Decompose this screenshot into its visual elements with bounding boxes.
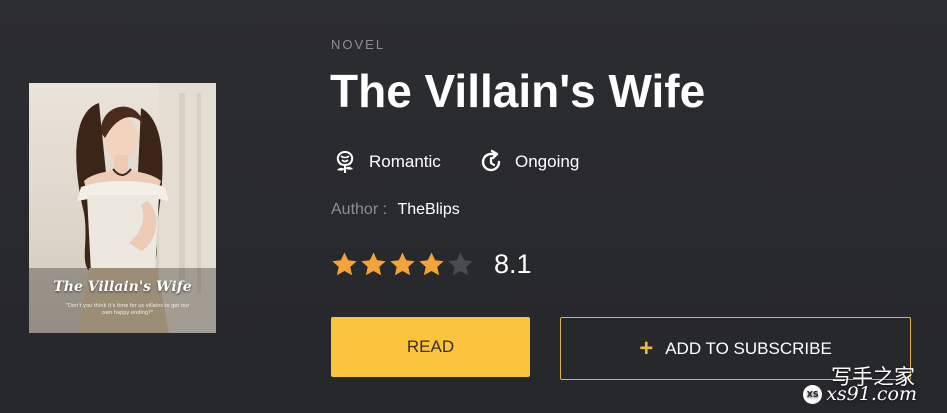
star-filled-icon — [361, 252, 386, 275]
cover-tagline: "Don't you think it's time for us villai… — [65, 303, 190, 316]
watermark-badge: XS — [803, 384, 823, 404]
author-name-link[interactable]: TheBlips — [397, 201, 459, 218]
rose-icon — [331, 148, 359, 176]
cover-title: The Villain's Wife — [53, 279, 192, 295]
status-label: Ongoing — [515, 152, 580, 171]
star-rating — [331, 251, 474, 278]
book-detail-page: The Villain's Wife "Don't you think it's… — [0, 0, 947, 413]
star-empty-icon — [448, 252, 473, 275]
author-line: Author : TheBlips — [331, 201, 460, 219]
genre-tag[interactable]: Romantic — [331, 147, 441, 177]
rating-score: 8.1 — [494, 248, 532, 279]
status-tag: Ongoing — [477, 147, 579, 177]
refresh-clock-icon — [477, 148, 505, 176]
read-button[interactable]: READ — [331, 317, 530, 377]
star-filled-icon — [332, 252, 357, 275]
book-cover[interactable]: The Villain's Wife "Don't you think it's… — [29, 83, 216, 333]
subscribe-label: ADD TO SUBSCRIBE — [665, 338, 832, 358]
genre-label: Romantic — [369, 152, 441, 171]
book-title: The Villain's Wife — [330, 65, 706, 117]
watermark-url: XS xs91.com — [803, 383, 917, 405]
watermark-url-text: xs91.com — [826, 383, 917, 405]
star-filled-icon — [390, 252, 415, 275]
book-category: NOVEL — [331, 37, 386, 52]
author-label: Author : — [331, 201, 388, 218]
cover-illustration — [29, 83, 216, 333]
plus-icon: + — [639, 334, 654, 362]
star-filled-icon — [419, 252, 444, 275]
rating: 8.1 — [331, 248, 532, 280]
